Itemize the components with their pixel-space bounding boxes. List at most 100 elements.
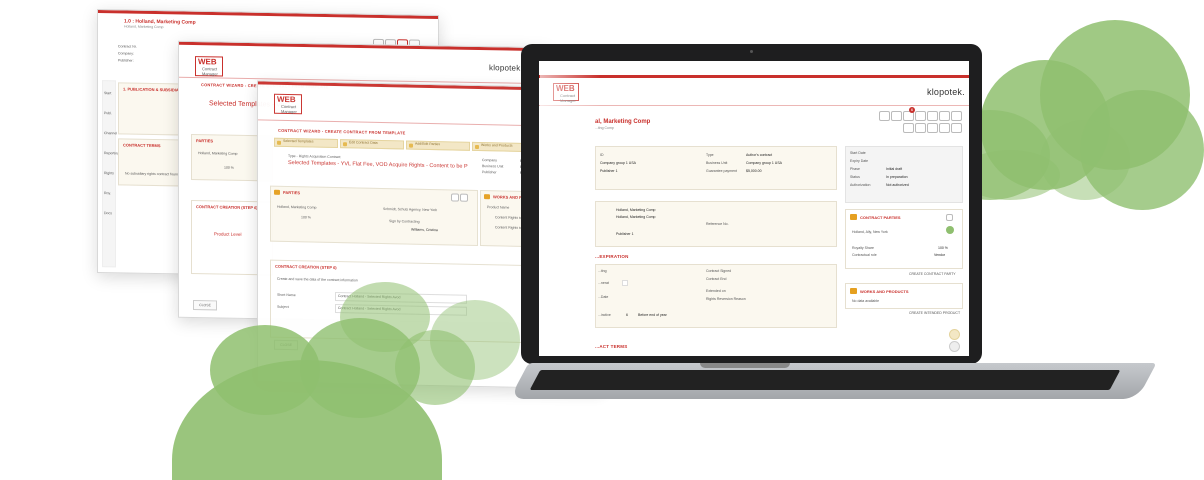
- status-value: Not authorized: [886, 183, 909, 187]
- side-nav-item[interactable]: Reporting: [104, 151, 119, 155]
- toolbar-button[interactable]: [927, 123, 938, 133]
- field-label: Contract Nr.: [118, 44, 137, 49]
- status-panel: Start Date Expiry Date Phase Initial dra…: [845, 146, 963, 203]
- signed-label: Sign by Contracting: [389, 219, 420, 224]
- contract-type: Type - Rights Acquisition Contract: [288, 154, 341, 160]
- expiration-panel: ...ting ...nerat ...Date ...inctive 6 Be…: [595, 264, 837, 328]
- toolbar-button[interactable]: [927, 111, 938, 121]
- second-party: Schmidt, Schulz Agency, New York: [383, 207, 438, 213]
- side-nav: Start Publ. Channel Reporting Rights Roy…: [102, 80, 119, 268]
- info-key: Business Unit: [482, 164, 504, 169]
- wizard-title: Selected Templates - YVL Flat Fee, VOD A…: [288, 160, 468, 170]
- panel-heading: CONTRACT TERMS: [123, 142, 161, 149]
- parties-detail-panel: Holland, Marketing Comp Holland, Marketi…: [595, 201, 837, 247]
- field-label: Company:: [118, 51, 134, 56]
- panel-heading: PARTIES: [196, 138, 214, 144]
- screen-accent-bar: [539, 75, 969, 78]
- toolbar-button[interactable]: [879, 111, 890, 121]
- side-nav-item[interactable]: Roy.: [104, 191, 111, 195]
- toolbar-button[interactable]: [915, 111, 926, 121]
- works-products-panel: WORKS AND PRODUCTS No data available: [845, 283, 963, 309]
- window-accent-bar: [179, 41, 547, 52]
- edit-party-button[interactable]: [460, 193, 468, 202]
- step-icon: [343, 142, 347, 147]
- side-nav-item[interactable]: Channel: [104, 131, 117, 135]
- parties-icon: [850, 214, 857, 220]
- party-share: 100 %: [301, 215, 311, 220]
- panel-heading: WORKS AND PRODUCTS: [860, 289, 909, 294]
- toolbar-button[interactable]: [891, 111, 902, 121]
- toolbar-button[interactable]: [951, 123, 962, 133]
- cloud-right: [1040, 120, 1130, 200]
- notice-value: 6: [626, 313, 628, 317]
- detail-value: Company group 1 USA: [746, 161, 782, 165]
- detail-key: Business Unit: [706, 161, 728, 165]
- breadcrumb: CONTRACT WIZARD - CREATE CONTRACT FROM T…: [278, 127, 406, 136]
- side-nav-item[interactable]: Docs: [104, 211, 112, 215]
- wizard-step-1[interactable]: Selected Templates: [274, 137, 338, 149]
- works-row: Product Name: [487, 205, 510, 210]
- toolbar-button[interactable]: [951, 111, 962, 121]
- contract-details-panel: ID Company group 1 USA Publisher 1 Type …: [595, 146, 837, 190]
- party-card-name: Holland, Ally, New York: [852, 230, 888, 234]
- expiration-key: Contract End: [706, 277, 727, 281]
- notice-text: Before end of year: [638, 313, 667, 317]
- toolbar-button[interactable]: [939, 123, 950, 133]
- add-party-button[interactable]: [946, 214, 953, 221]
- party-name: Holland, Marketing Comp: [277, 204, 317, 210]
- field-label: Publisher:: [118, 58, 134, 63]
- web-contract-manager-logo: WEBContract Manager: [195, 56, 223, 77]
- parties-icon: [274, 189, 280, 195]
- side-nav-item[interactable]: Start: [104, 91, 111, 95]
- product-level-label: Product Level: [214, 231, 242, 237]
- step-icon: [409, 143, 413, 148]
- works-icon: [850, 288, 857, 294]
- panel-heading: PARTIES: [283, 189, 301, 196]
- laptop-hinge: [700, 363, 790, 368]
- camera: [750, 50, 753, 53]
- expiration-key: Contract Signed: [706, 269, 732, 273]
- detail-value: $5,000.00: [746, 169, 762, 173]
- status-value: Initial draft: [886, 167, 903, 171]
- contract-title: al, Marketing Comp: [595, 119, 651, 125]
- laptop-screen: WEBContract Manager klopotek. al, Market…: [539, 61, 969, 356]
- share-label: Royalty Share: [852, 246, 874, 250]
- detail-key: Type: [706, 153, 714, 157]
- scroll-bottom-button[interactable]: [949, 341, 960, 352]
- party-share: 100 %: [224, 165, 234, 170]
- status-key: Authorization: [850, 183, 871, 187]
- status-key: Start Date: [850, 151, 866, 155]
- scroll-top-button[interactable]: [949, 329, 960, 340]
- close-button[interactable]: CLOSE: [193, 300, 217, 311]
- toolbar-button[interactable]: [915, 123, 926, 133]
- works-icon: [484, 194, 490, 200]
- step-icon: [475, 144, 479, 150]
- wizard-step-2[interactable]: Edit Contract Data: [340, 139, 404, 150]
- panel-heading: 1. PUBLICATION & SUBSIDIARY: [123, 86, 185, 93]
- create-party-link[interactable]: CREATE CONTRACT PARTY: [909, 272, 956, 276]
- role-value: Vendor: [934, 253, 946, 257]
- side-nav-item[interactable]: Rights: [104, 171, 114, 175]
- info-key: Publisher: [482, 170, 497, 175]
- party-avatar: [946, 226, 954, 234]
- detail-key: Guarantee payment: [706, 169, 737, 173]
- toolbar-button[interactable]: [903, 123, 914, 133]
- party-name: Holland, Marketing Comp: [198, 151, 238, 156]
- side-nav-item[interactable]: Publ.: [104, 111, 112, 115]
- detail-value: ID: [600, 153, 604, 157]
- expiration-key: Rights Reversion Reason: [706, 297, 746, 301]
- window-accent-bar: [98, 10, 438, 19]
- toolbar-button[interactable]: [939, 111, 950, 121]
- detail-value: Author's contract: [746, 153, 773, 157]
- expiration-key: Extended on: [706, 289, 726, 293]
- short-name-label: Short Name: [277, 292, 296, 298]
- wizard-step-3[interactable]: Add/Edit Parties: [406, 140, 470, 151]
- contract-parties-panel: CONTRACT PARTIES Holland, Ally, New York…: [845, 209, 963, 269]
- add-party-button[interactable]: [451, 193, 459, 202]
- create-work-link[interactable]: CREATE INTENDED PRODUCT: [909, 311, 960, 315]
- header-divider: [539, 105, 969, 106]
- checkbox[interactable]: [622, 280, 628, 286]
- status-key: Expiry Date: [850, 159, 869, 163]
- status-value: In preparation: [886, 175, 908, 179]
- web-contract-manager-logo: WEBContract Manager: [274, 93, 302, 115]
